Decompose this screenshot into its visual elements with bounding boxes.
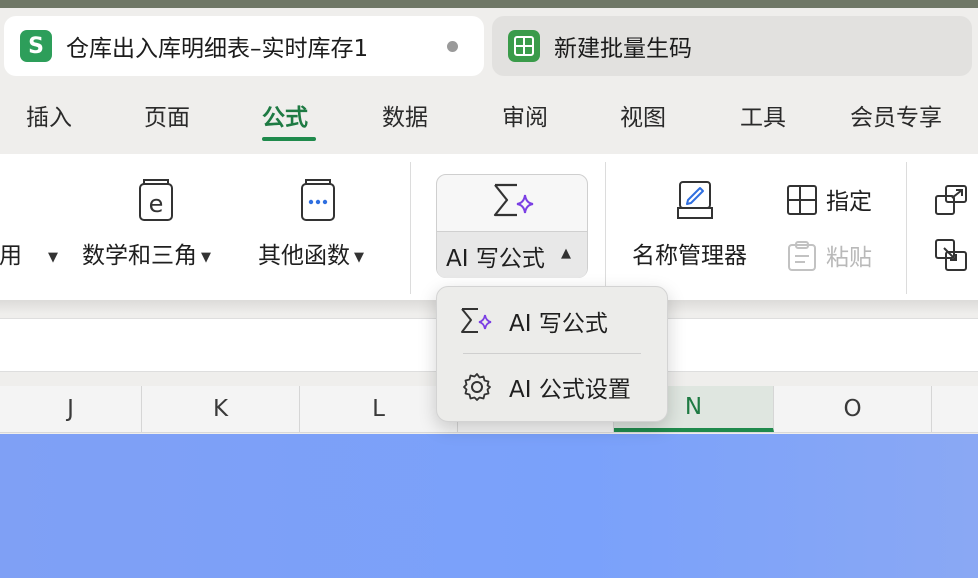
svg-text:e: e [149,190,164,218]
dropdown-item-label: AI 公式设置 [509,377,631,403]
ribbon-divider [410,162,411,294]
name-manager-button[interactable]: 名称管理器 [632,236,747,270]
export-icon[interactable] [934,182,970,222]
menu-view[interactable]: 视图 [620,98,666,132]
selected-cell-range[interactable] [0,434,978,578]
formula-ribbon: 引用 ▼ e 数学和三角 ▼ 其他函数 ▼ [0,154,978,300]
import-icon[interactable] [934,238,970,278]
tab-bar: S 仓库出入库明细表–实时库存1 新建批量生码 [0,8,978,82]
window-top-strip [0,0,978,8]
table-app-icon [508,30,540,62]
ai-write-label: AI 写公式 [446,246,545,272]
menu-data[interactable]: 数据 [382,98,428,132]
column-header-o[interactable]: O [774,386,932,432]
ribbon-divider [605,162,606,294]
ai-write-formula-button[interactable]: AI 写公式 ▲ [436,174,588,278]
dropdown-item-label: AI 写公式 [509,311,608,337]
reference-label: 引用 [0,243,22,269]
gear-icon [459,369,495,405]
ribbon-divider [906,162,907,294]
column-header-k[interactable]: K [142,386,300,432]
math-icon: e [138,178,176,226]
menu-formula[interactable]: 公式 [262,98,308,132]
tab-batch-code[interactable]: 新建批量生码 [492,16,972,76]
paste-icon [786,240,818,276]
tab-inventory-workbook[interactable]: S 仓库出入库明细表–实时库存1 [4,16,484,76]
dropdown-divider [463,353,641,354]
active-menu-underline [262,137,316,141]
menu-page[interactable]: 页面 [144,98,190,132]
more-functions-icon [300,178,338,226]
math-trig-button[interactable]: 数学和三角 ▼ [82,236,211,270]
dropdown-item-ai-write[interactable]: AI 写公式 [437,291,667,351]
menu-insert[interactable]: 插入 [26,98,72,132]
ai-formula-dropdown: AI 写公式 AI 公式设置 [436,286,668,422]
tab-title: 仓库出入库明细表–实时库存1 [66,36,369,62]
menu-review[interactable]: 审阅 [502,98,548,132]
specify-button[interactable]: 指定 [826,182,872,216]
math-trig-label: 数学和三角 [82,243,197,269]
chevron-up-icon: ▲ [561,246,571,261]
paste-button[interactable]: 粘贴 [826,238,872,272]
chevron-down-icon: ▼ [48,250,58,265]
ai-write-dropdown-toggle[interactable]: AI 写公式 ▲ [437,231,587,278]
app-icon-letter: S [28,33,44,59]
spreadsheet-app-icon: S [20,30,52,62]
specify-icon [786,184,818,220]
column-header-l[interactable]: L [300,386,458,432]
reference-button[interactable]: 引用 ▼ [0,236,58,270]
menu-member[interactable]: 会员专享 [850,98,942,132]
unsaved-dot-icon[interactable] [447,41,458,52]
ai-sigma-sparkle-icon [491,181,537,225]
other-functions-button[interactable]: 其他函数 ▼ [258,236,364,270]
ai-sigma-sparkle-icon [459,303,495,339]
menu-tools[interactable]: 工具 [740,98,786,132]
chevron-down-icon: ▼ [201,250,211,265]
column-header-j[interactable]: J [0,386,142,432]
other-functions-label: 其他函数 [258,243,350,269]
name-manager-icon [676,178,716,226]
menu-bar: 插入 页面 公式 数据 审阅 视图 工具 会员专享 [0,82,978,154]
tab-title: 新建批量生码 [554,36,692,62]
dropdown-item-ai-settings[interactable]: AI 公式设置 [437,357,667,417]
chevron-down-icon: ▼ [354,250,364,265]
